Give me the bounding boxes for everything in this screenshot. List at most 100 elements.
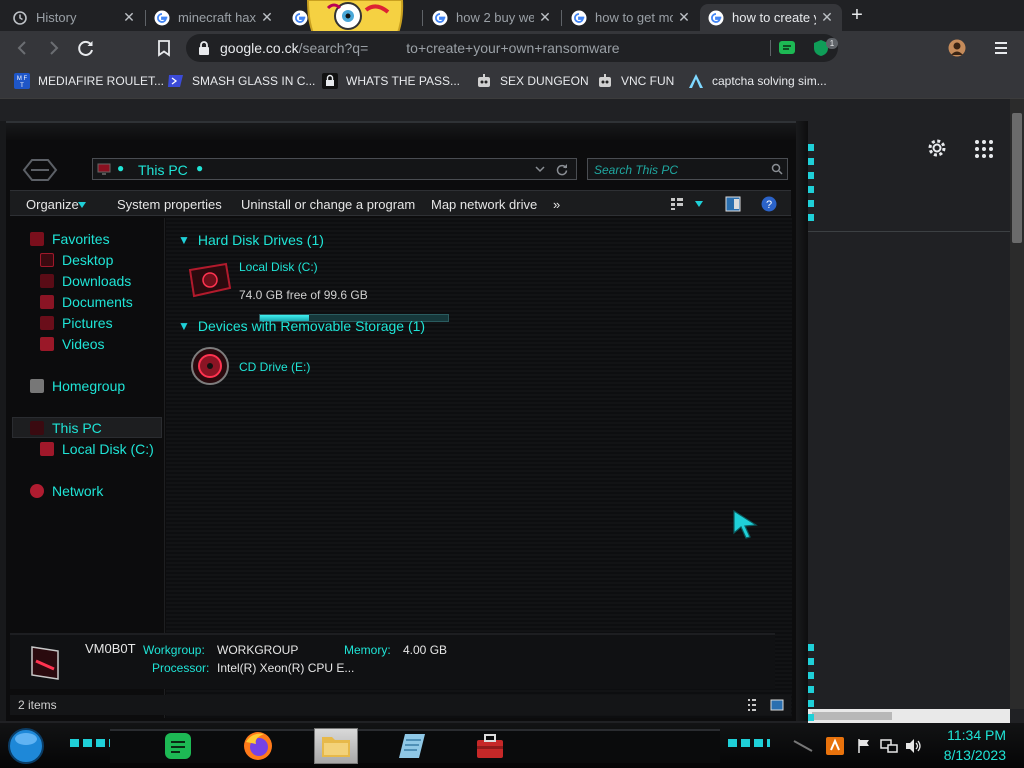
tab-buy[interactable]: how 2 buy wee ✕ — [424, 4, 560, 31]
item-count: 2 items — [18, 698, 57, 712]
lock-icon — [322, 73, 338, 89]
flag-icon[interactable] — [856, 738, 872, 754]
bookmark-smash-glass[interactable]: SMASH GLASS IN C... — [168, 65, 315, 97]
url-host: google.co.ck — [220, 40, 299, 56]
details-pane: VM0B0T Workgroup: WORKGROUP Memory: 4.00… — [10, 633, 775, 689]
status-bar: 2 items — [10, 695, 791, 715]
map-network-drive-button[interactable]: Map network drive — [431, 197, 537, 212]
system-properties-button[interactable]: System properties — [117, 197, 222, 212]
taskbar-firefox[interactable] — [236, 728, 280, 764]
nav-local-disk[interactable]: Local Disk (C:) — [40, 438, 154, 459]
tab-history[interactable]: History ✕ — [4, 4, 144, 31]
apps-grid-icon[interactable] — [974, 139, 994, 159]
group-title: Hard Disk Drives (1) — [197, 232, 324, 248]
tab-title: History — [36, 10, 77, 25]
start-button[interactable] — [6, 727, 46, 765]
toolbox-icon — [477, 734, 503, 758]
clock-date[interactable]: 8/13/2023 — [930, 747, 1006, 763]
taskbar-notepad[interactable] — [390, 728, 434, 764]
clock-time[interactable]: 11:34 PM — [930, 727, 1006, 743]
omnibox[interactable]: google.co.ck/search?q= to+create+your+own… — [186, 34, 838, 62]
chat-app-icon — [165, 733, 191, 759]
scroll-thumb[interactable] — [812, 712, 892, 720]
forward-icon[interactable] — [43, 37, 65, 59]
bookmark-label: captcha solving sim... — [712, 74, 827, 88]
close-icon[interactable]: ✕ — [820, 9, 834, 26]
help-icon[interactable]: ? — [761, 196, 777, 212]
taskbar-toolbox[interactable] — [468, 728, 512, 764]
horizontal-scrollbar[interactable] — [808, 709, 1010, 723]
bookmark-vnc-fun[interactable]: VNC FUN — [597, 65, 674, 97]
bookmark-whats-the-pass[interactable]: WHATS THE PASS... — [322, 65, 460, 97]
nav-label: Homegroup — [52, 377, 126, 394]
chevron-down-icon[interactable] — [695, 201, 703, 207]
pictures-icon — [40, 315, 54, 330]
search-icon[interactable] — [771, 163, 783, 175]
address-bar[interactable]: ● This PC ● — [92, 158, 577, 180]
processor-label: Processor: — [152, 661, 210, 675]
processor-value: Intel(R) Xeon(R) CPU E... — [217, 661, 355, 675]
nav-documents[interactable]: Documents — [40, 291, 133, 312]
group-removable-storage[interactable]: ▼ Devices with Removable Storage (1) — [178, 318, 425, 334]
menu-icon[interactable] — [992, 39, 1010, 57]
profile-avatar[interactable] — [948, 39, 966, 57]
nav-desktop[interactable]: Desktop — [40, 249, 113, 270]
drive-e-item[interactable]: CD Drive (E:) — [190, 346, 410, 386]
view-options-icon[interactable] — [670, 197, 684, 211]
window-frame — [6, 121, 802, 141]
nav-homegroup[interactable]: Homegroup — [30, 375, 125, 396]
bookmarks-bar: M FT MEDIAFIRE ROULET... SMASH GLASS IN … — [0, 65, 1024, 99]
nav-label: Pictures — [62, 314, 113, 331]
network-tray-icon[interactable] — [880, 738, 898, 754]
chevron-down-icon: ▼ — [178, 319, 190, 333]
memory-value: 4.00 GB — [403, 643, 448, 657]
large-icons-view-icon[interactable] — [770, 698, 784, 712]
nav-network[interactable]: Network — [30, 480, 103, 501]
network-icon — [30, 483, 44, 498]
group-hard-disk-drives[interactable]: ▼ Hard Disk Drives (1) — [178, 232, 324, 248]
organize-button[interactable]: Organize — [26, 197, 79, 212]
hard-drive-icon — [40, 441, 54, 456]
nav-this-pc[interactable]: This PC — [30, 417, 102, 438]
more-commands-button[interactable]: » — [553, 197, 560, 212]
chevron-down-icon — [78, 202, 86, 208]
tray-chevron-icon[interactable] — [792, 739, 814, 753]
bookmark-captcha[interactable]: captcha solving sim... — [688, 65, 827, 97]
taskbar-accent — [728, 739, 770, 747]
uninstall-program-button[interactable]: Uninstall or change a program — [241, 197, 415, 212]
bookmark-star-icon[interactable] — [153, 37, 175, 59]
refresh-icon[interactable] — [555, 162, 569, 176]
extension-chat-icon[interactable] — [778, 39, 796, 57]
chevron-down-icon[interactable] — [535, 165, 545, 173]
reload-icon[interactable] — [75, 37, 97, 59]
close-icon[interactable]: ✕ — [538, 9, 552, 26]
taskbar-chat-app[interactable] — [156, 728, 200, 764]
volume-icon[interactable] — [904, 738, 922, 754]
nav-videos[interactable]: Videos — [40, 333, 105, 354]
tab-active[interactable]: how to create y ✕ — [700, 4, 842, 31]
nav-label: Documents — [62, 293, 133, 310]
close-icon[interactable]: ✕ — [122, 9, 136, 26]
url-query: to+create+your+own+ransomware — [406, 40, 620, 56]
tray-app-icon[interactable] — [826, 737, 844, 755]
close-icon[interactable]: ✕ — [260, 9, 274, 26]
nav-favorites[interactable]: Favorites — [30, 228, 110, 249]
back-icon[interactable] — [11, 37, 33, 59]
tab-minecraft[interactable]: minecraft hax c ✕ — [146, 4, 282, 31]
drive-c-item[interactable]: Local Disk (C:) 74.0 GB free of 99.6 GB — [186, 258, 449, 322]
new-tab-button[interactable]: + — [846, 5, 868, 26]
settings-gear-icon[interactable] — [926, 137, 948, 159]
tab-get-more[interactable]: how to get mor ✕ — [563, 4, 699, 31]
bookmark-dungeon[interactable]: SEX DUNGEON — [476, 65, 589, 97]
bookmark-mediafire[interactable]: M FT MEDIAFIRE ROULET... — [14, 65, 164, 97]
taskbar-file-explorer[interactable] — [314, 728, 358, 764]
search-box[interactable]: Search This PC — [587, 158, 788, 180]
details-view-icon[interactable] — [746, 698, 758, 712]
scroll-thumb[interactable] — [1012, 113, 1022, 243]
preview-pane-icon[interactable] — [725, 196, 741, 212]
nav-downloads[interactable]: Downloads — [40, 270, 131, 291]
command-bar: Organize System properties Uninstall or … — [10, 190, 791, 216]
close-icon[interactable]: ✕ — [677, 9, 691, 26]
vertical-scrollbar[interactable] — [1010, 99, 1024, 709]
nav-pictures[interactable]: Pictures — [40, 312, 113, 333]
